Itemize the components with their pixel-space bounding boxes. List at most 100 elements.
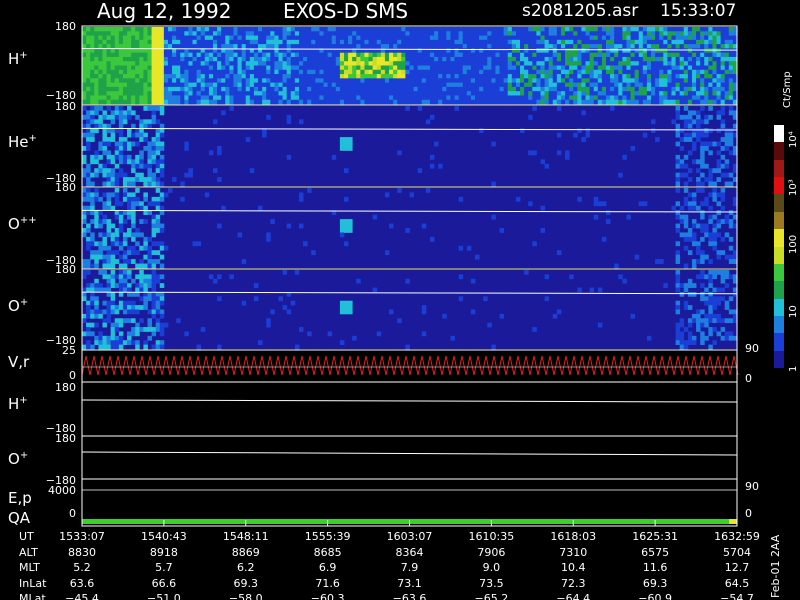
tick-vr-right-bottom: 0 <box>745 372 752 385</box>
orbit-cell: 7.9 <box>400 561 419 574</box>
colorbar-segment <box>774 246 784 265</box>
h-plus-angle-trace <box>81 399 738 403</box>
colorbar-tick: 10³ <box>788 179 799 196</box>
panel-frame <box>81 435 738 480</box>
colorbar-segment <box>774 350 784 369</box>
orbit-cell: −65.2 <box>474 592 509 600</box>
orbit-cell: 72.3 <box>561 576 586 590</box>
orbit-cell: 8830 <box>68 545 96 559</box>
colorbar-segment <box>774 298 784 317</box>
heatmap-he-plus <box>82 106 738 187</box>
side-note: Feb-01 2AA <box>769 534 782 598</box>
orbit-cell: 5704 <box>723 545 751 559</box>
colorbar-tick: 100 <box>788 234 799 254</box>
tick-h-plus-top: 180 <box>55 20 76 33</box>
orbit-cell: 7906 <box>477 545 506 559</box>
tick-qa-right: 0 <box>745 507 752 520</box>
panel-frame <box>81 381 738 437</box>
colorbar-segment <box>774 333 784 352</box>
panel-label-o-plus-plus: O++ <box>8 215 37 233</box>
orbit-cell: 1610:35 <box>468 530 515 543</box>
tick-o-pp-top: 180 <box>55 181 76 194</box>
orbit-cell: 8918 <box>149 545 178 559</box>
orbit-cell: 7310 <box>559 545 588 559</box>
orbit-cell: 1555:39 <box>304 530 351 543</box>
colorbar-tick: 1 <box>788 365 799 372</box>
orbit-cell: 6.2 <box>237 561 255 574</box>
orbit-cell: 71.6 <box>315 576 340 590</box>
orbit-cell: 64.5 <box>724 576 750 590</box>
orbit-cell: 1625:31 <box>632 530 678 543</box>
orbit-cell: −58.0 <box>228 592 263 600</box>
orbit-cell: 12.7 <box>724 561 750 574</box>
panel-frame <box>81 478 738 527</box>
colorbar-segment <box>774 177 784 195</box>
orbit-cell: 1603:07 <box>386 530 433 543</box>
tick-o-angle-top: 180 <box>55 432 76 445</box>
panel-label-o-plus: O+ <box>8 297 29 315</box>
panel-label-he-plus: He+ <box>8 133 37 151</box>
qa-bar-end <box>729 519 737 524</box>
colorbar-segment <box>774 159 784 178</box>
sms-spectrogram-page: Aug 12, 1992 EXOS-D SMS s2081205.asr 15:… <box>0 0 800 600</box>
orbit-cell: 6.9 <box>318 561 337 574</box>
orbit-cell: 8364 <box>395 545 424 559</box>
orbit-cell: 1632:59 <box>714 530 760 543</box>
orbit-cell: 8869 <box>231 545 260 559</box>
orbit-cell: 6575 <box>641 545 670 559</box>
orbit-row-label: UT <box>19 530 34 543</box>
tick-vr-bottom: 0 <box>69 369 76 382</box>
tick-h-angle-top: 180 <box>55 381 76 394</box>
heatmap-o-plus-plus <box>82 188 738 269</box>
panel-label-h-plus: H+ <box>8 50 28 68</box>
colorbar-label: Ct/Smp <box>782 71 793 108</box>
orbit-cell: 1533:07 <box>59 530 105 543</box>
orbit-row-label: MLT <box>19 561 40 574</box>
heatmap-o-plus <box>82 270 738 350</box>
tick-vr-right-top: 90 <box>745 342 759 355</box>
orbit-cell: −51.0 <box>147 592 181 600</box>
colorbar <box>774 125 784 369</box>
orbit-cell: −54.7 <box>720 592 754 600</box>
orbit-cell: 73.1 <box>397 576 422 590</box>
orbit-row-label: ALT <box>19 545 38 559</box>
orbit-row-label: MLat <box>19 592 46 600</box>
colorbar-segment <box>774 125 784 143</box>
orbit-cell: −64.4 <box>556 592 591 600</box>
colorbar-tick: 10⁴ <box>788 131 799 148</box>
orbit-cell: 9.0 <box>482 561 501 574</box>
tick-o-plus-top: 180 <box>55 263 76 276</box>
orbit-cell: −60.3 <box>310 592 345 600</box>
tick-he-plus-top: 180 <box>55 100 76 113</box>
tick-ep-right: 90 <box>745 480 759 493</box>
colorbar-segment <box>774 211 784 230</box>
orbit-cell: 73.5 <box>479 576 504 590</box>
orbit-cell: 5.7 <box>155 561 173 574</box>
tick-vr-top: 25 <box>62 344 76 357</box>
tick-ep-top: 4000 <box>48 484 76 497</box>
colorbar-segment <box>774 263 784 282</box>
orbit-cell: 10.4 <box>561 561 586 574</box>
orbit-cell: 1548:11 <box>222 530 269 543</box>
orbit-cell: 69.3 <box>642 576 668 590</box>
orbit-cell: 69.3 <box>233 576 259 590</box>
colorbar-tick: 10 <box>788 305 799 318</box>
panel-label-h-plus-angle: H+ <box>8 395 28 413</box>
orbit-cell: 1618:03 <box>550 530 597 543</box>
colorbar-segment <box>774 229 784 247</box>
colorbar-segment <box>774 194 784 213</box>
orbit-cell: 5.2 <box>73 561 91 574</box>
panel-label-vr: V,r <box>8 353 30 371</box>
orbit-cell: −63.6 <box>392 592 427 600</box>
tick-qa: 0 <box>69 507 76 520</box>
orbit-cell: 11.6 <box>642 561 668 574</box>
colorbar-segment <box>774 315 784 334</box>
orbit-cell: 66.6 <box>151 576 177 590</box>
spectrogram-panels <box>81 25 739 527</box>
orbit-cell: 1540:43 <box>141 530 187 543</box>
orbit-cell: −60.9 <box>638 592 672 600</box>
panel-label-o-plus-angle: O+ <box>8 450 29 468</box>
orbit-cell: −45.4 <box>65 592 99 600</box>
o-plus-angle-trace <box>81 451 738 456</box>
orbit-cell: 8685 <box>313 545 342 559</box>
